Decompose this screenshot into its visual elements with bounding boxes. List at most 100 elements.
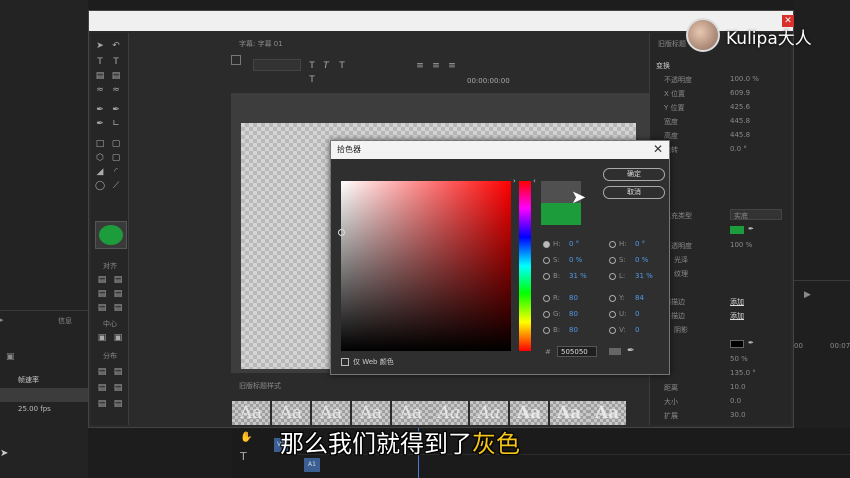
- arc-icon[interactable]: ◜: [111, 167, 121, 177]
- rotation-value[interactable]: 0.0 °: [730, 145, 747, 153]
- h-value[interactable]: 0 °: [569, 240, 579, 248]
- title-tab[interactable]: 字幕: 字幕 01: [239, 39, 283, 49]
- eyedropper-icon[interactable]: ✒: [748, 225, 754, 233]
- rounded-rect-icon[interactable]: ▢: [111, 139, 121, 149]
- track-a1-badge[interactable]: A1: [304, 458, 320, 472]
- b-value[interactable]: 80: [569, 326, 578, 334]
- column-framerate[interactable]: 帧速率: [18, 375, 39, 385]
- saturation-radio[interactable]: [543, 257, 550, 264]
- panel-tab[interactable]: ▸: [0, 316, 4, 324]
- green-radio[interactable]: [543, 311, 550, 318]
- font-family-select[interactable]: [253, 59, 301, 71]
- lightness-radio[interactable]: [609, 273, 616, 280]
- shadow-opacity-value[interactable]: 50 %: [730, 355, 748, 363]
- blue-radio[interactable]: [543, 327, 550, 334]
- v-value[interactable]: 0: [635, 326, 639, 334]
- align-bottom-icon[interactable]: ▤: [113, 303, 123, 313]
- vertical-path-type-icon[interactable]: ≈: [111, 85, 121, 95]
- center-horizontal-icon[interactable]: ▣: [97, 333, 107, 343]
- style-swatch[interactable]: Aa: [352, 401, 390, 425]
- shadow-color-swatch[interactable]: [730, 340, 744, 348]
- pen-icon[interactable]: ✒: [95, 105, 105, 115]
- hand-icon[interactable]: ✋: [240, 432, 252, 443]
- path-type-icon[interactable]: ≈: [95, 85, 105, 95]
- b-value[interactable]: 31 %: [569, 272, 587, 280]
- shadow-angle-value[interactable]: 135.0 °: [730, 369, 756, 377]
- convert-anchor-icon[interactable]: ∟: [111, 119, 121, 129]
- new-title-icon[interactable]: [231, 55, 241, 65]
- info-tab[interactable]: 信息: [58, 316, 72, 326]
- ellipse-icon[interactable]: ◯: [95, 181, 105, 191]
- fill-color-swatch[interactable]: [730, 226, 744, 234]
- height-value[interactable]: 445.8: [730, 131, 750, 139]
- s-value[interactable]: 0 %: [569, 256, 582, 264]
- hue-slider[interactable]: [519, 181, 531, 351]
- hex-input[interactable]: 505050: [557, 346, 597, 357]
- align-center-icon[interactable]: ▤: [97, 289, 107, 299]
- style-swatch[interactable]: Aa: [588, 401, 626, 425]
- align-text-left-icon[interactable]: ≡: [415, 61, 425, 71]
- type-icon[interactable]: T: [95, 57, 105, 67]
- play-icon[interactable]: ▶: [804, 290, 811, 300]
- close-icon[interactable]: ✕: [653, 142, 663, 156]
- add-inner-stroke-link[interactable]: 添加: [730, 297, 744, 307]
- y-value[interactable]: 84: [635, 294, 644, 302]
- spread-value[interactable]: 30.0: [730, 411, 746, 419]
- align-top-icon[interactable]: ▤: [113, 275, 123, 285]
- fill-opacity-value[interactable]: 100 %: [730, 241, 752, 249]
- distribute-icon[interactable]: ▤: [113, 399, 123, 409]
- hsl-hue-radio[interactable]: [609, 241, 616, 248]
- selected-row[interactable]: [0, 388, 88, 402]
- font-size-icon[interactable]: T: [337, 61, 347, 71]
- distribute-icon[interactable]: ▤: [113, 383, 123, 393]
- l-value[interactable]: 31 %: [635, 272, 653, 280]
- style-swatch[interactable]: Aa: [550, 401, 588, 425]
- cancel-button[interactable]: 取消: [603, 186, 665, 199]
- v-radio[interactable]: [609, 327, 616, 334]
- style-swatch[interactable]: Aa: [470, 401, 508, 425]
- select-icon[interactable]: ➤: [95, 41, 105, 51]
- hue-radio[interactable]: [543, 241, 550, 248]
- eyedropper-icon[interactable]: ✒: [748, 339, 754, 347]
- opacity-value[interactable]: 100.0 %: [730, 75, 759, 83]
- style-swatch[interactable]: Aa: [272, 401, 310, 425]
- bold-icon[interactable]: T: [307, 61, 317, 71]
- distribute-icon[interactable]: ▤: [113, 367, 123, 377]
- rotate-icon[interactable]: ↶: [111, 41, 121, 51]
- distribute-icon[interactable]: ▤: [97, 383, 107, 393]
- u-value[interactable]: 0: [635, 310, 639, 318]
- size-value[interactable]: 0.0: [730, 397, 741, 405]
- rectangle-icon[interactable]: □: [95, 139, 105, 149]
- wedge-icon[interactable]: ◢: [95, 167, 105, 177]
- center-vertical-icon[interactable]: ▣: [113, 333, 123, 343]
- ok-button[interactable]: 确定: [603, 168, 665, 181]
- line-icon[interactable]: ⟋: [111, 181, 121, 191]
- align-right-icon[interactable]: ▤: [97, 303, 107, 313]
- r-value[interactable]: 80: [569, 294, 578, 302]
- style-swatch[interactable]: Aa: [392, 401, 430, 425]
- fill-type-select[interactable]: 实底: [730, 209, 782, 220]
- delete-anchor-icon[interactable]: ✒: [111, 105, 121, 115]
- style-swatch[interactable]: Aa: [232, 401, 270, 425]
- style-swatch[interactable]: Aa: [312, 401, 350, 425]
- type-icon[interactable]: T: [240, 450, 247, 463]
- h-value[interactable]: 0 °: [635, 240, 645, 248]
- vertical-area-type-icon[interactable]: ▤: [111, 71, 121, 81]
- underline-icon[interactable]: T: [307, 75, 317, 85]
- g-value[interactable]: 80: [569, 310, 578, 318]
- saturation-brightness-field[interactable]: [338, 181, 511, 351]
- add-anchor-icon[interactable]: ✒: [95, 119, 105, 129]
- align-left-icon[interactable]: ▤: [97, 275, 107, 285]
- clipped-rect-icon[interactable]: ⬡: [95, 153, 105, 163]
- y-radio[interactable]: [609, 295, 616, 302]
- align-text-center-icon[interactable]: ≡: [431, 61, 441, 71]
- red-radio[interactable]: [543, 295, 550, 302]
- align-text-right-icon[interactable]: ≡: [447, 61, 457, 71]
- hsl-saturation-radio[interactable]: [609, 257, 616, 264]
- x-position-value[interactable]: 609.9: [730, 89, 750, 97]
- s-value[interactable]: 0 %: [635, 256, 648, 264]
- style-swatch[interactable]: Aa: [430, 401, 468, 425]
- y-position-value[interactable]: 425.6: [730, 103, 750, 111]
- align-middle-icon[interactable]: ▤: [113, 289, 123, 299]
- color-field-marker[interactable]: [338, 229, 345, 236]
